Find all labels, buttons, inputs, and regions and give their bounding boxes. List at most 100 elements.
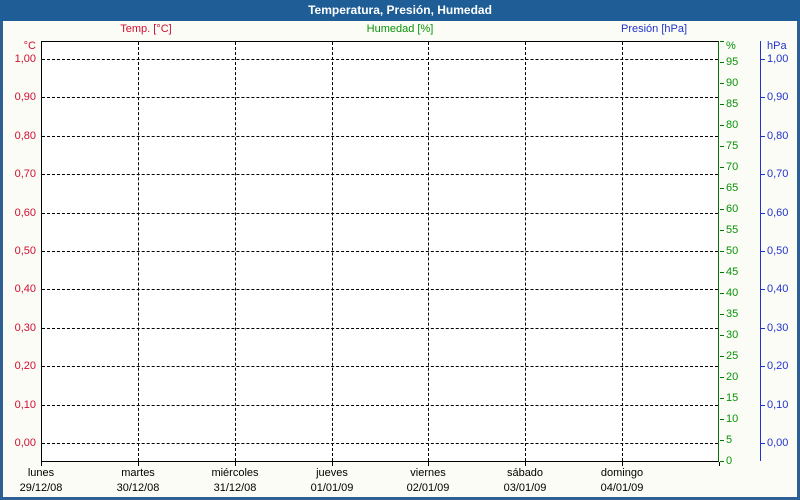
humidity-tick (720, 461, 724, 462)
humidity-tick (720, 440, 724, 441)
plot-area (41, 41, 719, 462)
pressure-tick (761, 443, 765, 444)
humidity-tick (720, 41, 724, 42)
gridline-horizontal (42, 136, 718, 137)
pressure-tick (761, 213, 765, 214)
humidity-tick-label: 95 (726, 56, 739, 68)
humidity-tick (720, 251, 724, 252)
gridline-horizontal (42, 174, 718, 175)
pressure-tick-label: 0,00 (767, 437, 789, 449)
gridline-horizontal (42, 59, 718, 60)
day-date: 30/12/08 (116, 482, 160, 494)
humidity-tick-label: 25 (726, 350, 739, 362)
temperature-tick-label: 1,00 (14, 53, 36, 65)
pressure-tick-label: 0,60 (767, 207, 789, 219)
day-name: lunes (27, 467, 55, 479)
humidity-tick (720, 377, 724, 378)
humidity-tick-label: 70 (726, 161, 739, 173)
humidity-tick (720, 419, 724, 420)
gridline-horizontal (42, 213, 718, 214)
humidity-tick-label: 0 (726, 455, 733, 467)
humidity-tick (720, 314, 724, 315)
humidity-tick (720, 188, 724, 189)
day-name: miércoles (211, 467, 259, 479)
pressure-tick-label: 0,90 (767, 91, 789, 103)
gridline-horizontal (42, 366, 718, 367)
temperature-tick-label: 0,60 (14, 207, 36, 219)
humidity-tick-label: 90 (726, 77, 739, 89)
pressure-tick-label: 0,10 (767, 399, 789, 411)
pressure-tick-label: 0,20 (767, 360, 789, 372)
window-title: Temperatura, Presión, Humedad (308, 3, 492, 17)
legend-pressure-label: Presión [hPa] (620, 23, 688, 35)
pressure-tick (761, 136, 765, 137)
gridline-horizontal (42, 251, 718, 252)
humidity-tick-label: 55 (726, 224, 739, 236)
humidity-tick (720, 209, 724, 210)
x-axis-day-label: viernes 02/01/09 (380, 466, 476, 496)
gridline-horizontal (42, 97, 718, 98)
humidity-tick (720, 83, 724, 84)
gridline-horizontal (42, 289, 718, 290)
humidity-axis-unit: % (726, 40, 736, 52)
pressure-tick-label: 0,40 (767, 283, 789, 295)
humidity-tick-label: 10 (726, 413, 739, 425)
x-axis-day-label: martes 30/12/08 (90, 466, 186, 496)
day-name: sábado (506, 467, 544, 479)
humidity-tick-label: 40 (726, 287, 739, 299)
gridline-vertical (332, 42, 333, 461)
humidity-tick (720, 293, 724, 294)
humidity-tick-label: 5 (726, 434, 733, 446)
gridline-horizontal (42, 328, 718, 329)
day-name: domingo (600, 467, 644, 479)
day-date: 01/01/09 (310, 482, 354, 494)
pressure-tick (761, 97, 765, 98)
legend-humidity-label: Humedad [%] (366, 23, 434, 35)
legend-temperature-label: Temp. [°C] (120, 23, 172, 35)
temperature-tick-label: 0,00 (14, 437, 36, 449)
pressure-tick (761, 366, 765, 367)
pressure-tick (761, 328, 765, 329)
temperature-tick-label: 0,80 (14, 130, 36, 142)
humidity-tick-label: 60 (726, 203, 739, 215)
day-name: viernes (410, 467, 446, 479)
day-date: 02/01/09 (406, 482, 450, 494)
day-date: 03/01/09 (503, 482, 547, 494)
gridline-vertical (428, 42, 429, 461)
humidity-tick-label: 15 (726, 392, 739, 404)
day-date: 31/12/08 (213, 482, 257, 494)
day-date: 29/12/08 (19, 482, 63, 494)
pressure-tick (761, 59, 765, 60)
humidity-tick (720, 335, 724, 336)
humidity-tick (720, 104, 724, 105)
weather-chart-window: Temperatura, Presión, Humedad Temp. [°C]… (0, 0, 800, 500)
gridline-horizontal (42, 405, 718, 406)
day-date: 04/01/09 (600, 482, 644, 494)
temperature-tick-label: 0,50 (14, 245, 36, 257)
humidity-tick-label: 45 (726, 266, 739, 278)
temperature-tick-label: 0,30 (14, 322, 36, 334)
humidity-tick-label: 75 (726, 140, 739, 152)
humidity-tick (720, 146, 724, 147)
gridline-vertical (235, 42, 236, 461)
humidity-tick-label: 85 (726, 98, 739, 110)
humidity-tick-label: 65 (726, 182, 739, 194)
pressure-tick-label: 1,00 (767, 53, 789, 65)
pressure-tick (761, 251, 765, 252)
pressure-tick-label: 0,80 (767, 130, 789, 142)
pressure-tick (761, 289, 765, 290)
pressure-axis-unit: hPa (767, 40, 787, 52)
humidity-tick-label: 20 (726, 371, 739, 383)
humidity-tick (720, 272, 724, 273)
gridline-horizontal (42, 443, 718, 444)
humidity-tick-label: 30 (726, 329, 739, 341)
x-axis-day-label: sábado 03/01/09 (477, 466, 573, 496)
x-axis-day-label: jueves 01/01/09 (284, 466, 380, 496)
pressure-tick (761, 174, 765, 175)
temperature-tick-label: 0,40 (14, 283, 36, 295)
temperature-axis-unit: °C (23, 40, 36, 52)
x-axis-tick (719, 462, 720, 466)
humidity-tick-label: 35 (726, 308, 739, 320)
day-name: jueves (316, 467, 348, 479)
humidity-tick-label: 80 (726, 119, 739, 131)
